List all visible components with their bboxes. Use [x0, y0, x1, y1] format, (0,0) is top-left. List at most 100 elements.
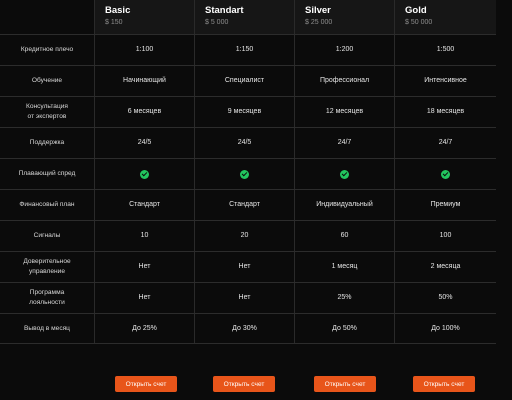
cell-value: До 30%	[232, 324, 257, 332]
table-cell: 6 месяцев	[94, 97, 194, 127]
plan-price: $ 5 000	[205, 19, 229, 26]
cell-value: Нет	[138, 294, 151, 301]
cell-value: 1:200	[335, 46, 354, 53]
plan-name: Silver	[305, 5, 331, 16]
plan-name: Gold	[405, 5, 427, 16]
cell-value: 24/5	[137, 139, 152, 146]
table-row: Кредитное плечо 1:100 1:150 1:200 1:500	[0, 34, 496, 65]
cell-value: Профессионал	[319, 77, 370, 84]
table-cell: 60	[294, 221, 394, 251]
table-cell: 1:150	[194, 35, 294, 65]
cell-value: Специалист	[224, 77, 265, 84]
open-account-button-silver[interactable]: Открыть счет	[314, 376, 376, 392]
cell-value: Нет	[238, 294, 251, 301]
table-cell: Премиум	[394, 190, 496, 220]
cell-value: 10	[140, 232, 149, 239]
row-label: Программа лояльности	[0, 283, 94, 313]
plan-header-basic: Basic $ 150	[94, 0, 194, 34]
table-cell: 1:100	[94, 35, 194, 65]
cell-value: 1 месяц	[331, 263, 358, 270]
row-label-text: Сигналы	[33, 232, 61, 239]
cell-value: 9 месяцев	[227, 108, 262, 115]
table-cell: Интенсивное	[394, 66, 496, 96]
plan-name: Standart	[205, 5, 244, 16]
cell-value: Нет	[238, 263, 251, 270]
cell-value: Нет	[138, 263, 151, 270]
table-cell: 2 месяца	[394, 252, 496, 282]
table-cell	[194, 159, 294, 189]
plan-price: $ 50 000	[405, 19, 433, 26]
cell-value: 1:500	[436, 46, 455, 53]
cell-value: 24/7	[337, 139, 352, 146]
table-row: Поддержка 24/5 24/5 24/7 24/7	[0, 127, 496, 158]
plan-header-standart: Standart $ 5 000	[194, 0, 294, 34]
open-account-button-gold[interactable]: Открыть счет	[413, 376, 475, 392]
cell-value: 24/5	[237, 139, 252, 146]
cell-value: 1:150	[235, 46, 254, 53]
open-account-button-standart[interactable]: Открыть счет	[213, 376, 275, 392]
open-account-button-basic[interactable]: Открыть счет	[115, 376, 177, 392]
plan-header-silver: Silver $ 25 000	[294, 0, 394, 34]
cell-value: 2 месяца	[430, 263, 461, 270]
row-label-text: Обучение	[31, 77, 63, 84]
row-label: Плавающий спред	[0, 159, 94, 189]
cell-value: Интенсивное	[424, 77, 467, 84]
table-cell: 24/7	[394, 128, 496, 158]
cell-value: Начинающий	[123, 77, 166, 84]
table-cell: 100	[394, 221, 496, 251]
table-cell: 18 месяцев	[394, 97, 496, 127]
table-cell: 25%	[294, 283, 394, 313]
table-cell: Стандарт	[94, 190, 194, 220]
cell-value: 50%	[438, 294, 453, 301]
check-icon	[240, 169, 249, 179]
cell-value: 6 месяцев	[127, 108, 162, 115]
row-label-text: Плавающий спред	[18, 170, 76, 177]
cell-value: 18 месяцев	[426, 108, 465, 115]
cell-value: 60	[340, 232, 349, 239]
table-cell: До 30%	[194, 314, 294, 343]
check-icon	[140, 169, 149, 179]
check-icon	[441, 169, 450, 179]
row-label: Кредитное плечо	[0, 35, 94, 65]
table-cell: Нет	[194, 283, 294, 313]
table-cell: 20	[194, 221, 294, 251]
cell-value: До 100%	[431, 324, 460, 332]
cell-value: 25%	[337, 294, 352, 301]
table-cell: До 25%	[94, 314, 194, 343]
table-cell	[94, 159, 194, 189]
row-label: Доверительное управление	[0, 252, 94, 282]
table-cell: До 100%	[394, 314, 496, 343]
table-cell: 24/5	[94, 128, 194, 158]
table-row: Плавающий спред	[0, 158, 496, 189]
cell-value: Индивидуальный	[316, 201, 373, 208]
cell-value: 20	[240, 232, 249, 239]
table-cell: 1:500	[394, 35, 496, 65]
row-label: Поддержка	[0, 128, 94, 158]
table-cell: 50%	[394, 283, 496, 313]
table-cell: Профессионал	[294, 66, 394, 96]
row-label: Обучение	[0, 66, 94, 96]
cell-value: Стандарт	[129, 201, 160, 208]
table-cell: 10	[94, 221, 194, 251]
table-cell: 12 месяцев	[294, 97, 394, 127]
row-label-text: Доверительное управление	[23, 258, 71, 275]
cell-value: 1:100	[135, 46, 154, 53]
cell-value: До 25%	[132, 324, 157, 332]
table-row: Финансовый план Стандарт Стандарт Индивидуа…	[0, 189, 496, 220]
table-cell: 1:200	[294, 35, 394, 65]
table-cell: Нет	[94, 252, 194, 282]
check-icon	[340, 169, 349, 179]
table-cell	[294, 159, 394, 189]
cell-value: 100	[439, 232, 452, 239]
table-cell: 24/7	[294, 128, 394, 158]
table-cell: Нет	[94, 283, 194, 313]
table-cell: 24/5	[194, 128, 294, 158]
row-label-text: Поддержка	[29, 139, 65, 146]
row-label-text: Финансовый план	[19, 201, 75, 208]
table-cell: Нет	[194, 252, 294, 282]
table-cell: До 50%	[294, 314, 394, 343]
plan-price: $ 150	[105, 19, 123, 26]
table-row: Программа лояльности Нет Нет 25% 50%	[0, 282, 496, 313]
table-row: Консультация от экспертов 6 месяцев 9 меся…	[0, 96, 496, 127]
row-label-text: Программа лояльности	[29, 289, 65, 306]
